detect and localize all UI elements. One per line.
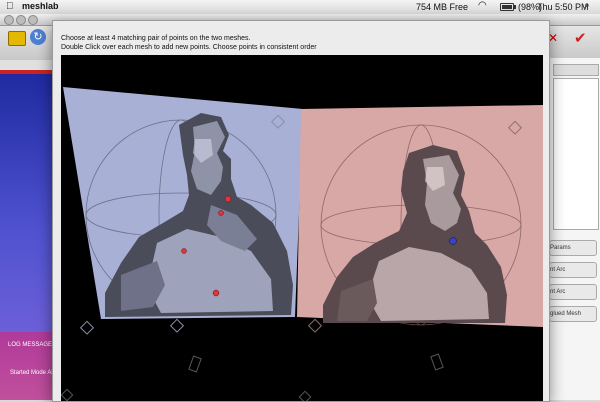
spotlight-icon[interactable]: ⌕ (584, 0, 590, 11)
left-mesh-view[interactable] (63, 87, 303, 335)
log-title: LOG MESSAGES (8, 342, 57, 348)
meshlab-logo-icon: ✔ (574, 30, 587, 47)
right-picked-point-1[interactable] (449, 237, 457, 245)
reload-icon[interactable]: ↻ (30, 29, 46, 45)
dual-mesh-viewport (61, 55, 543, 401)
mesh-list[interactable] (553, 78, 599, 230)
lower-view-handles (61, 353, 444, 401)
align-tool-panel: Params nt Arc nt Arc glued Mesh (548, 58, 600, 400)
picked-point-2[interactable] (218, 210, 224, 216)
panel-field[interactable] (553, 64, 599, 76)
battery-fill (502, 5, 512, 9)
wifi-icon[interactable]: ◠ (478, 0, 487, 11)
point-arc-button[interactable]: nt Arc (549, 262, 597, 278)
log-line: Started Mode Ali (10, 370, 55, 376)
picked-point-1[interactable] (224, 195, 232, 203)
zoom-window-button[interactable] (28, 15, 38, 25)
memory-status: 754 MB Free (416, 2, 469, 12)
battery-icon[interactable] (500, 3, 516, 11)
instruction-text-1: Choose at least 4 matching pair of point… (61, 35, 251, 42)
app-menu[interactable]: meshlab (22, 1, 59, 11)
menu-bar:  meshlab 754 MB Free ◠ (98%) Thu 5:50 P… (0, 0, 600, 15)
glued-mesh-button[interactable]: glued Mesh (549, 306, 597, 322)
params-button[interactable]: Params (549, 240, 597, 256)
point-picking-dialog: Choose at least 4 matching pair of point… (52, 20, 550, 402)
mesh-scene (61, 87, 543, 401)
main-3d-view[interactable] (0, 74, 52, 332)
point-arc-button-2[interactable]: nt Arc (549, 284, 597, 300)
picked-point-3[interactable] (181, 248, 187, 254)
apple-icon[interactable]:  (6, 1, 14, 12)
right-mesh-view[interactable] (297, 105, 543, 333)
close-window-button[interactable] (4, 15, 14, 25)
minimize-window-button[interactable] (16, 15, 26, 25)
instruction-text-2: Double Click over each mesh to add new p… (61, 44, 317, 51)
picked-point-4[interactable] (212, 289, 220, 297)
log-panel: LOG MESSAGES Started Mode Ali (0, 332, 56, 400)
open-folder-icon[interactable] (8, 31, 26, 46)
clock[interactable]: Thu 5:50 PM (537, 2, 589, 12)
